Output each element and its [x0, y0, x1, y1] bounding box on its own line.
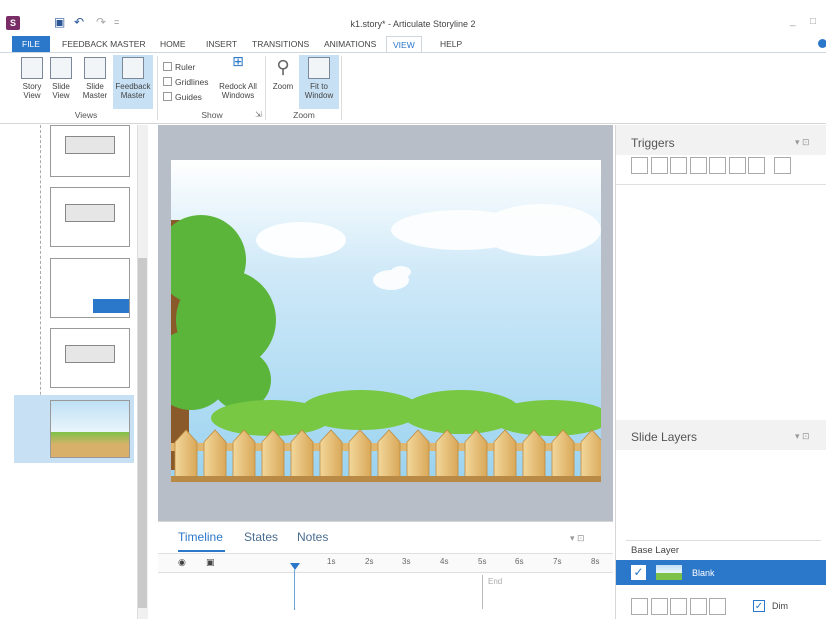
ribbon-separator	[341, 56, 342, 120]
layer-visibility-checkbox[interactable]: ✓	[631, 565, 646, 580]
thumbnail-content	[65, 136, 115, 154]
views-group-label: Views	[74, 110, 98, 120]
menu-file[interactable]: FILE	[12, 36, 50, 52]
divider	[626, 540, 821, 541]
story-view-icon	[21, 57, 43, 79]
tick-label: 5s	[478, 557, 487, 566]
menu-insert[interactable]: INSERT	[200, 36, 243, 52]
ribbon-separator	[157, 56, 158, 120]
ribbon-separator	[265, 56, 266, 120]
help-icon[interactable]	[818, 39, 826, 48]
slide-master-icon	[84, 57, 106, 79]
playhead-line	[294, 570, 295, 610]
thumbnail-content	[65, 345, 115, 363]
feedback-master-icon	[122, 57, 144, 79]
eye-icon[interactable]: ◉	[178, 557, 186, 568]
story-view-button[interactable]: Story View	[18, 55, 46, 109]
triggers-title: Triggers	[631, 136, 675, 150]
tick-label: 4s	[440, 557, 449, 566]
redock-icon: ⊞	[232, 53, 244, 69]
tab-notes[interactable]: Notes	[297, 530, 328, 544]
show-group-label: Show	[201, 110, 223, 120]
magnifier-icon: ⚲	[276, 57, 290, 77]
slide-master-button[interactable]: Slide Master	[78, 55, 112, 109]
tree-connector	[40, 125, 41, 425]
delete-trigger-icon[interactable]	[709, 157, 727, 174]
scrollbar-thumb[interactable]	[138, 258, 147, 608]
slide-thumbnail[interactable]	[50, 125, 130, 177]
slide-view-button[interactable]: Slide View	[48, 55, 74, 109]
minimize-button[interactable]: _	[790, 16, 796, 27]
gridlines-checkbox[interactable]: Gridlines	[163, 77, 209, 89]
triggers-toolbar	[631, 157, 791, 176]
layer-properties-icon[interactable]	[650, 598, 668, 615]
triggers-pin-icon[interactable]: ▾ ⊡	[795, 137, 810, 148]
dim-checkbox[interactable]: ✓	[753, 600, 765, 612]
layers-pin-icon[interactable]: ▾ ⊡	[795, 431, 810, 442]
title-bar	[0, 0, 826, 36]
menu-feedback-master[interactable]: FEEDBACK MASTER	[56, 36, 152, 52]
slide-thumbnail-selected[interactable]	[50, 400, 130, 458]
divider	[616, 184, 826, 185]
base-layer-label: Base Layer	[631, 545, 680, 556]
delete-layer-icon[interactable]	[709, 598, 727, 615]
slide-layers-title: Slide Layers	[631, 430, 698, 444]
slide-thumbnail[interactable]	[50, 328, 130, 388]
duplicate-layer-icon[interactable]	[670, 598, 688, 615]
new-trigger-icon[interactable]	[631, 157, 648, 174]
show-dialog-launcher-icon[interactable]: ⇲	[255, 110, 262, 119]
window-title: k1.story* - Articulate Storyline 2	[350, 19, 476, 29]
menu-help[interactable]: HELP	[434, 36, 468, 52]
ruler-checkbox[interactable]: Ruler	[163, 62, 195, 74]
tick-label: 8s	[591, 557, 600, 566]
slide-thumbnail[interactable]	[50, 187, 130, 247]
slide-thumbnail[interactable]	[50, 258, 130, 318]
end-marker[interactable]	[482, 575, 483, 609]
thumbnail-content	[65, 204, 115, 222]
paste-layer-icon[interactable]	[689, 598, 707, 615]
layer-name: Blank	[692, 568, 715, 578]
slide-background-image	[171, 160, 601, 482]
paste-trigger-icon[interactable]	[689, 157, 707, 174]
timeline-pin-icon[interactable]: ▾ ⊡	[570, 533, 585, 544]
layers-toolbar	[631, 598, 727, 617]
menu-animations[interactable]: ANIMATIONS	[318, 36, 382, 52]
zoom-group-label: Zoom	[293, 110, 315, 120]
tick-label: 3s	[402, 557, 411, 566]
copy-trigger-icon[interactable]	[670, 157, 688, 174]
fit-to-window-button[interactable]: Fit to Window	[299, 55, 339, 109]
lock-icon[interactable]: ▣	[206, 557, 215, 568]
move-down-icon[interactable]	[748, 157, 766, 174]
new-layer-icon[interactable]	[631, 598, 648, 615]
feedback-master-button[interactable]: Feedback Master	[113, 55, 153, 109]
zoom-button[interactable]: ⚲ Zoom	[268, 55, 298, 109]
base-layer-row[interactable]	[616, 560, 826, 585]
trigger-wizard-icon[interactable]	[773, 157, 791, 174]
menu-view[interactable]: VIEW	[386, 36, 422, 52]
move-up-icon[interactable]	[728, 157, 746, 174]
edit-trigger-icon[interactable]	[650, 157, 668, 174]
fit-to-window-icon	[308, 57, 330, 79]
slide-stage[interactable]	[171, 160, 601, 482]
timeline-tab-underline	[178, 550, 225, 552]
guides-checkbox[interactable]: Guides	[163, 92, 202, 104]
slide-view-icon	[50, 57, 72, 79]
layer-thumbnail	[656, 565, 682, 580]
playhead-icon[interactable]	[290, 563, 300, 570]
end-label: End	[488, 577, 503, 586]
restore-button[interactable]: □	[810, 16, 816, 27]
timeline-ruler[interactable]	[158, 553, 613, 573]
tab-states[interactable]: States	[244, 530, 278, 544]
tick-label: 6s	[515, 557, 524, 566]
tick-label: 2s	[365, 557, 374, 566]
dim-label: Dim	[772, 601, 788, 611]
redock-all-windows-button[interactable]: ⊞ Redock All Windows	[214, 53, 262, 109]
menu-home[interactable]: HOME	[154, 36, 192, 52]
thumbnail-content	[93, 299, 129, 313]
tick-label: 7s	[553, 557, 562, 566]
tick-label: 1s	[327, 557, 336, 566]
menu-transitions[interactable]: TRANSITIONS	[246, 36, 315, 52]
tab-timeline[interactable]: Timeline	[178, 530, 223, 544]
